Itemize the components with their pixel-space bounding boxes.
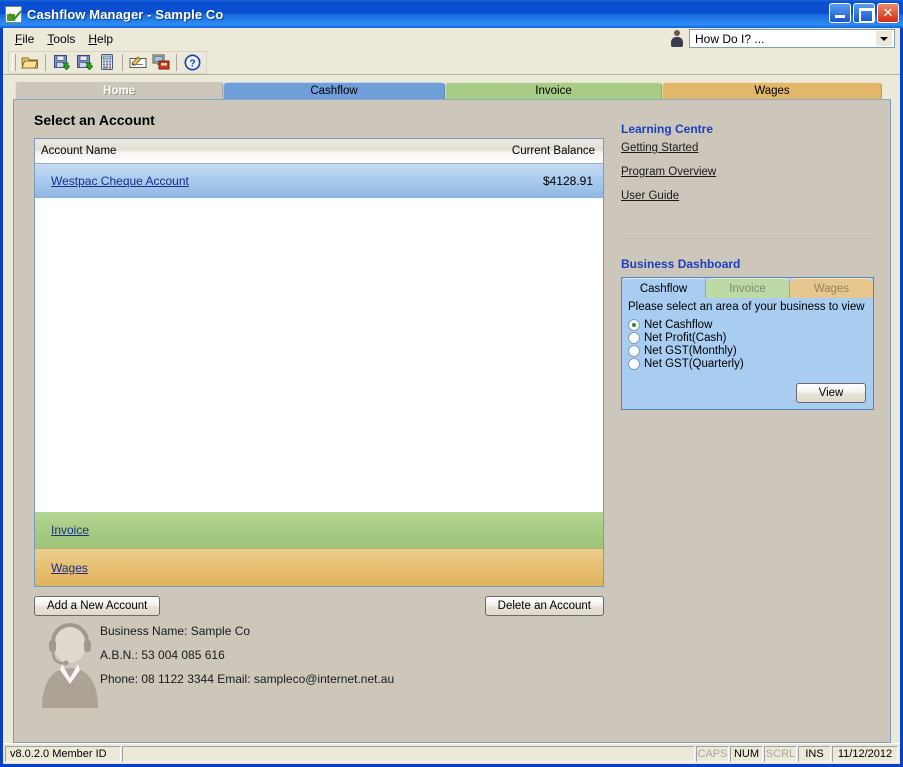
radio-indicator[interactable]	[628, 319, 640, 331]
radio-net-profit-cash[interactable]: Net Profit(Cash)	[628, 332, 867, 344]
radio-label: Net GST(Quarterly)	[644, 358, 744, 370]
business-info: Business Name: Sample Co A.B.N.: 53 004 …	[34, 623, 614, 710]
window-client-area: File Tools Help How Do I? ... ? Home Cas…	[3, 28, 900, 764]
toolbar-grip[interactable]	[12, 53, 16, 71]
business-contact: Phone: 08 1122 3344 Email: sampleco@inte…	[100, 672, 395, 686]
view-button-wrap: View	[796, 383, 866, 403]
toolbar-separator	[45, 53, 46, 71]
toolbar-separator-2	[122, 53, 123, 71]
cashflow-leaf-icon	[5, 5, 22, 23]
close-icon: ✕	[882, 5, 894, 21]
close-button[interactable]: ✕	[877, 3, 899, 23]
save-import-icon[interactable]	[50, 52, 72, 73]
radio-net-cashflow[interactable]: Net Cashflow	[628, 319, 867, 331]
maximize-button[interactable]	[853, 3, 875, 23]
status-ins: INS	[798, 746, 831, 762]
main-tabs: Home Cashflow Invoice Wages	[13, 81, 891, 99]
window-title: Cashflow Manager - Sample Co	[27, 6, 224, 22]
svg-text:?: ?	[189, 58, 195, 69]
print-network-icon[interactable]	[150, 52, 172, 73]
title-bar: Cashflow Manager - Sample Co ✕	[0, 0, 903, 28]
how-do-i-combobox[interactable]: How Do I? ...	[689, 29, 895, 48]
sidebar-divider	[621, 238, 876, 239]
cheque-write-icon[interactable]	[127, 52, 149, 73]
radio-label: Net Profit(Cash)	[644, 332, 727, 344]
business-dashboard-title: Business Dashboard	[621, 257, 741, 271]
account-balance: $4128.91	[542, 173, 593, 188]
body-area: Home Cashflow Invoice Wages Select an Ac…	[3, 75, 900, 743]
page-title: Select an Account	[34, 112, 155, 128]
radio-net-gst-monthly[interactable]: Net GST(Monthly)	[628, 345, 867, 357]
status-version: v8.0.2.0 Member ID	[5, 746, 121, 762]
open-folder-icon[interactable]	[19, 52, 41, 73]
sidebar-column: Learning Centre Getting Started Program …	[614, 100, 890, 742]
tab-wages[interactable]: Wages	[662, 82, 882, 99]
radio-label: Net GST(Monthly)	[644, 345, 737, 357]
wages-strip[interactable]: Wages	[35, 549, 603, 586]
menu-file[interactable]: File	[11, 30, 43, 48]
window-controls: ✕	[829, 3, 899, 23]
business-dashboard-panel: Cashflow Invoice Wages Please select an …	[621, 277, 874, 410]
link-getting-started[interactable]: Getting Started	[621, 142, 698, 154]
help-icon[interactable]: ?	[181, 52, 203, 73]
table-row[interactable]: Westpac Cheque Account $4128.91	[35, 164, 603, 198]
dashboard-tab-invoice[interactable]: Invoice	[706, 278, 790, 298]
dashboard-tab-cashflow[interactable]: Cashflow	[622, 278, 706, 298]
accounts-column: Select an Account Account Name Current B…	[14, 100, 614, 742]
dashboard-tab-wages[interactable]: Wages	[790, 278, 873, 298]
learning-centre-section: Learning Centre Getting Started Program …	[621, 122, 880, 239]
app-window: Cashflow Manager - Sample Co ✕ File Tool…	[0, 0, 903, 767]
add-account-button[interactable]: Add a New Account	[34, 596, 161, 616]
tab-invoice[interactable]: Invoice	[445, 82, 662, 99]
tab-cashflow[interactable]: Cashflow	[223, 82, 445, 99]
accounts-table-body: Westpac Cheque Account $4128.91	[35, 164, 603, 512]
chevron-down-icon[interactable]	[876, 31, 892, 46]
radio-indicator[interactable]	[628, 358, 640, 370]
toolbar: ?	[3, 50, 900, 75]
status-caps: CAPS	[696, 746, 729, 762]
wages-link[interactable]: Wages	[51, 561, 88, 575]
invoice-link[interactable]: Invoice	[51, 523, 89, 537]
tab-home[interactable]: Home	[15, 81, 223, 99]
save-export-icon[interactable]	[73, 52, 95, 73]
toolbar-separator-3	[176, 53, 177, 71]
radio-indicator[interactable]	[628, 345, 640, 357]
link-user-guide[interactable]: User Guide	[621, 190, 679, 202]
status-num: NUM	[730, 746, 763, 762]
accounts-table-header: Account Name Current Balance	[35, 139, 603, 164]
business-name: Business Name: Sample Co	[100, 624, 251, 638]
how-do-i-area: How Do I? ...	[669, 29, 895, 48]
status-date: 11/12/2012	[832, 746, 898, 762]
home-page-panel: Select an Account Account Name Current B…	[13, 99, 891, 743]
minimize-button[interactable]	[829, 3, 851, 23]
person-icon	[669, 29, 685, 48]
menu-bar: File Tools Help How Do I? ...	[3, 28, 900, 50]
radio-indicator[interactable]	[628, 332, 640, 344]
how-do-i-value: How Do I? ...	[695, 31, 765, 46]
dashboard-body: Please select an area of your business t…	[622, 298, 873, 370]
content-frame: Home Cashflow Invoice Wages Select an Ac…	[13, 81, 891, 743]
column-current-balance: Current Balance	[511, 145, 595, 157]
column-account-name: Account Name	[41, 145, 117, 157]
account-buttons-row: Add a New Account Delete an Account	[34, 596, 604, 616]
link-program-overview[interactable]: Program Overview	[621, 166, 716, 178]
calculator-icon[interactable]	[96, 52, 118, 73]
menu-tools[interactable]: Tools	[43, 30, 84, 48]
learning-centre-title: Learning Centre	[621, 122, 714, 136]
status-message	[122, 746, 695, 762]
radio-label: Net Cashflow	[644, 319, 713, 331]
view-button[interactable]: View	[796, 383, 866, 403]
menu-help[interactable]: Help	[84, 30, 122, 48]
delete-account-button[interactable]: Delete an Account	[484, 596, 604, 616]
dashboard-tabs: Cashflow Invoice Wages	[622, 278, 873, 298]
support-agent-headset-icon	[42, 623, 98, 708]
status-scrl: SCRL	[764, 746, 797, 762]
accounts-list-box: Account Name Current Balance Westpac Che…	[34, 138, 604, 587]
radio-net-gst-quarterly[interactable]: Net GST(Quarterly)	[628, 358, 867, 370]
dashboard-prompt: Please select an area of your business t…	[628, 301, 865, 313]
business-abn: A.B.N.: 53 004 085 616	[100, 648, 225, 662]
account-name-link[interactable]: Westpac Cheque Account	[51, 174, 543, 188]
invoice-strip[interactable]: Invoice	[35, 512, 603, 549]
status-bar: v8.0.2.0 Member ID CAPS NUM SCRL INS 11/…	[3, 743, 900, 764]
